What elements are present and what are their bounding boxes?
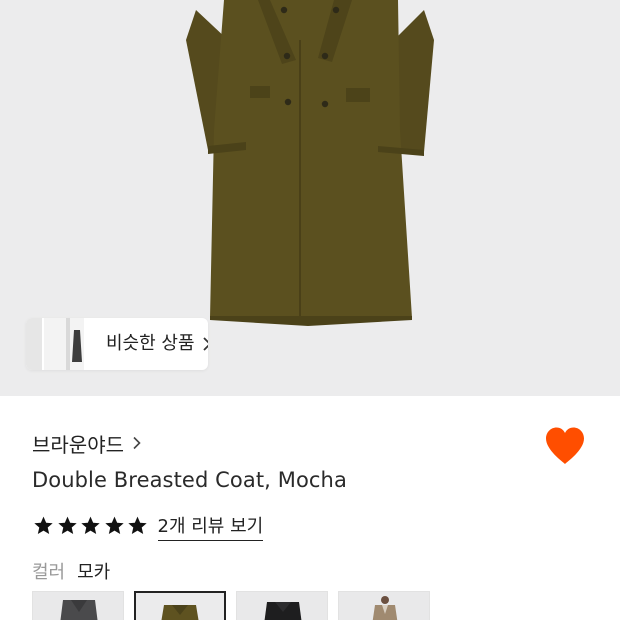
wishlist-heart-icon[interactable]	[544, 426, 586, 466]
rating-row: 2개 리뷰 보기	[32, 512, 264, 541]
coat-thumbnail-mocha	[161, 605, 199, 620]
product-title: Double Breasted Coat, Mocha	[32, 468, 347, 492]
coat-thumbnail-charcoal	[60, 600, 98, 620]
star-icon	[104, 516, 124, 534]
color-swatch-mocha[interactable]	[134, 591, 226, 620]
color-swatch-charcoal[interactable]	[32, 591, 124, 620]
review-link[interactable]: 2개 리뷰 보기	[157, 512, 264, 541]
color-swatch-black[interactable]	[236, 591, 328, 620]
color-option-row: 컬러 모카	[32, 558, 110, 584]
star-icon	[128, 516, 147, 534]
color-swatch-camel[interactable]	[338, 591, 430, 620]
star-icon	[34, 516, 53, 534]
star-icon	[57, 516, 77, 534]
similar-items-label: 비슷한 상품	[106, 333, 195, 354]
chevron-right-icon	[203, 337, 208, 351]
star-icon	[81, 516, 100, 534]
rating-stars	[32, 515, 150, 537]
coat-thumbnail-black	[264, 602, 302, 620]
brand-link[interactable]: 브라운야드	[32, 428, 142, 458]
brand-name: 브라운야드	[32, 432, 124, 457]
similar-items-button[interactable]: 비슷한 상품	[26, 318, 208, 370]
chevron-right-icon	[133, 436, 141, 450]
coat-thumbnail-camel	[372, 596, 398, 620]
color-option-value: 모카	[77, 562, 111, 583]
color-option-label: 컬러	[32, 562, 66, 583]
color-swatches	[32, 591, 440, 620]
similar-items-thumbnail	[26, 318, 84, 370]
product-image[interactable]: 비슷한 상품	[0, 0, 620, 396]
